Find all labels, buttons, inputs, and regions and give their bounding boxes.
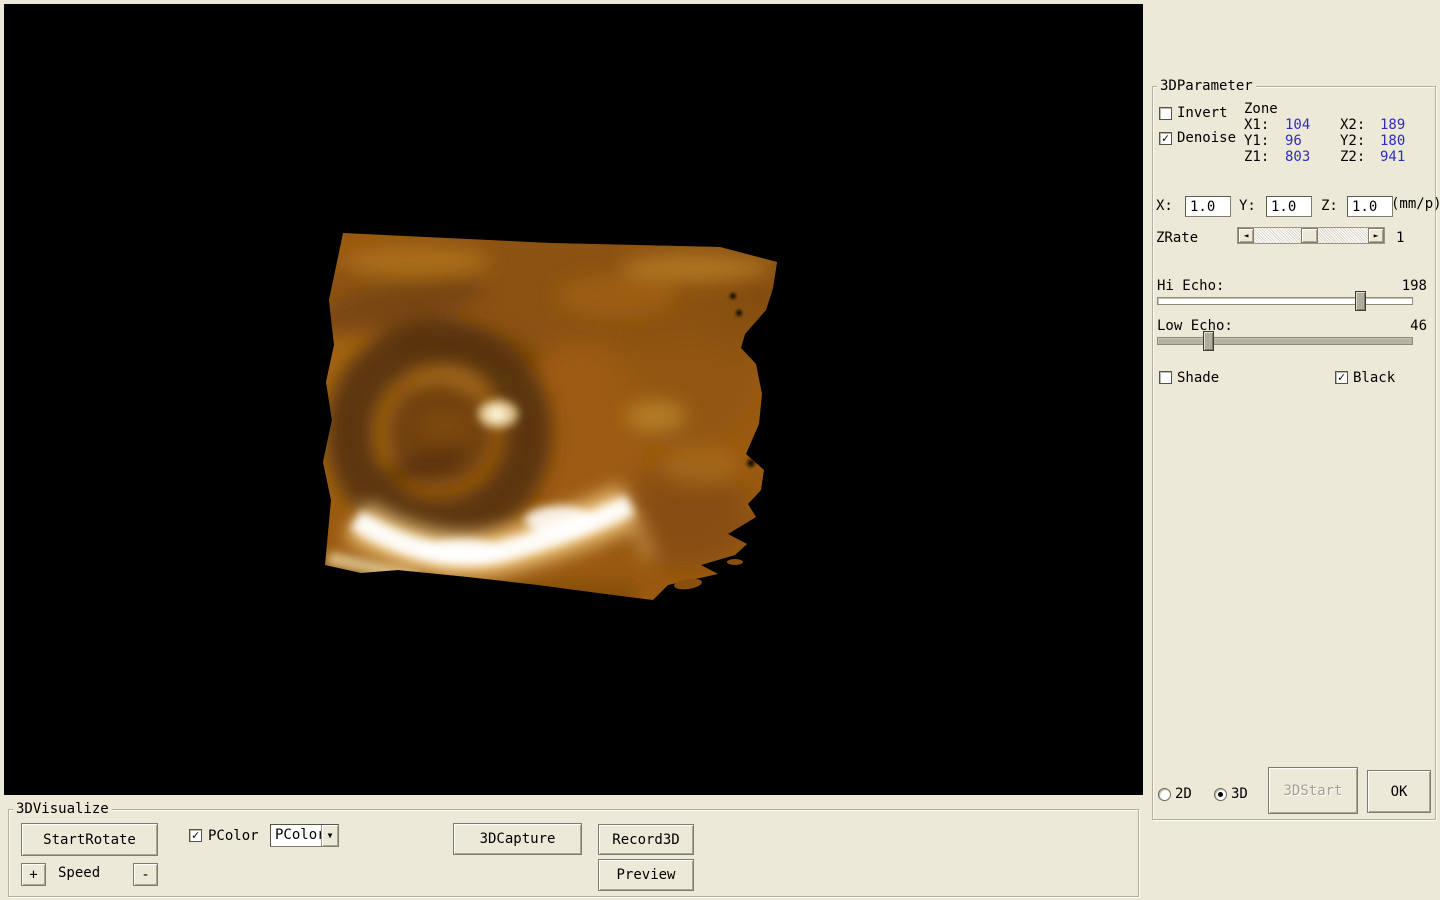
zone-z2-value: 941 (1380, 149, 1406, 165)
pcolor-checkbox[interactable]: ✓ (189, 829, 202, 842)
app-window: 3DParameter Invert ✓ Denoise Zone X1: 10… (0, 0, 1440, 900)
hi-echo-label: Hi Echo: (1157, 278, 1225, 294)
speed-label: Speed (58, 865, 101, 881)
y-spacing-input[interactable] (1266, 196, 1312, 217)
zone-y2-value: 180 (1380, 133, 1406, 149)
zone-block: X1: 104 X2: 189 Y1: 96 Y2: 180 Z1: 803 Z… (1244, 117, 1429, 165)
chevron-down-icon[interactable]: ▼ (321, 825, 338, 846)
zrate-scroll-thumb[interactable] (1301, 228, 1318, 243)
hi-echo-slider-thumb[interactable] (1355, 291, 1366, 311)
shade-label: Shade (1177, 370, 1220, 386)
speed-minus-button[interactable]: - (133, 863, 158, 886)
zrate-label: ZRate (1156, 230, 1199, 246)
zone-row-x: X1: 104 X2: 189 (1244, 117, 1429, 133)
radio-dot (1218, 792, 1223, 797)
denoise-label: Denoise (1177, 130, 1237, 146)
mode-3d-label: 3D (1231, 786, 1248, 802)
zone-x2-value: 189 (1380, 117, 1406, 133)
zrate-scroll-right-icon[interactable]: ► (1368, 228, 1384, 243)
3dstart-button[interactable]: 3DStart (1268, 767, 1358, 814)
pcolor-dropdown-value: PColor (275, 827, 321, 843)
zone-y1-label: Y1: (1244, 133, 1270, 149)
zone-y2-label: Y2: (1340, 133, 1366, 149)
denoise-checkbox[interactable]: ✓ (1159, 132, 1172, 145)
low-echo-slider-track[interactable] (1157, 331, 1413, 351)
ok-button[interactable]: OK (1367, 770, 1431, 813)
zone-y1-value: 96 (1285, 133, 1302, 149)
zone-title: Zone (1244, 101, 1278, 117)
x-spacing-label: X: (1156, 198, 1173, 214)
pcolor-dropdown[interactable]: PColor ▼ (270, 824, 339, 847)
volume-render (323, 233, 777, 600)
invert-label: Invert (1177, 105, 1228, 121)
parameter-group-title: 3DParameter (1157, 78, 1256, 94)
zone-z1-label: Z1: (1244, 149, 1270, 165)
mode-3d-radio[interactable] (1214, 788, 1227, 801)
speed-plus-button[interactable]: + (21, 863, 46, 886)
hi-echo-value: 198 (1401, 278, 1427, 294)
zone-x2-label: X2: (1340, 117, 1366, 133)
spacing-unit-label: (mm/p) (1391, 196, 1440, 212)
visualize-groupbox: 3DVisualize StartRotate + Speed - ✓ PCol… (8, 801, 1139, 897)
check-icon: ✓ (1337, 370, 1346, 384)
3dcapture-button[interactable]: 3DCapture (453, 823, 582, 855)
zone-z1-value: 803 (1285, 149, 1311, 165)
pcolor-label: PColor (208, 828, 259, 844)
z-spacing-label: Z: (1321, 198, 1338, 214)
hi-echo-slider-track[interactable] (1157, 291, 1413, 311)
preview-button[interactable]: Preview (598, 859, 694, 891)
black-label: Black (1353, 370, 1396, 386)
render-viewport[interactable] (4, 4, 1143, 795)
zone-row-z: Z1: 803 Z2: 941 (1244, 149, 1429, 165)
zone-x1-value: 104 (1285, 117, 1311, 133)
check-icon: ✓ (191, 828, 200, 842)
shade-checkbox[interactable] (1159, 371, 1172, 384)
zrate-scroll-left-icon[interactable]: ◄ (1238, 228, 1254, 243)
y-spacing-label: Y: (1239, 198, 1256, 214)
z-spacing-input[interactable] (1347, 196, 1393, 217)
zone-row-y: Y1: 96 Y2: 180 (1244, 133, 1429, 149)
x-spacing-input[interactable] (1185, 196, 1231, 217)
low-echo-slider-thumb[interactable] (1203, 331, 1214, 351)
zrate-scrollbar: ◄ ► (1237, 227, 1385, 244)
zone-z2-label: Z2: (1340, 149, 1366, 165)
invert-checkbox[interactable] (1159, 107, 1172, 120)
parameter-groupbox: 3DParameter Invert ✓ Denoise Zone X1: 10… (1152, 78, 1440, 820)
zrate-scroll-track[interactable] (1254, 228, 1368, 243)
mode-2d-radio[interactable] (1158, 788, 1171, 801)
black-checkbox[interactable]: ✓ (1335, 371, 1348, 384)
zrate-value: 1 (1396, 230, 1405, 246)
mode-2d-label: 2D (1175, 786, 1192, 802)
start-rotate-button[interactable]: StartRotate (21, 823, 158, 856)
low-echo-value: 46 (1410, 318, 1427, 334)
record3d-button[interactable]: Record3D (598, 824, 694, 855)
low-echo-label: Low Echo: (1157, 318, 1233, 334)
check-icon: ✓ (1161, 131, 1170, 145)
visualize-group-title: 3DVisualize (13, 801, 112, 817)
zone-x1-label: X1: (1244, 117, 1270, 133)
